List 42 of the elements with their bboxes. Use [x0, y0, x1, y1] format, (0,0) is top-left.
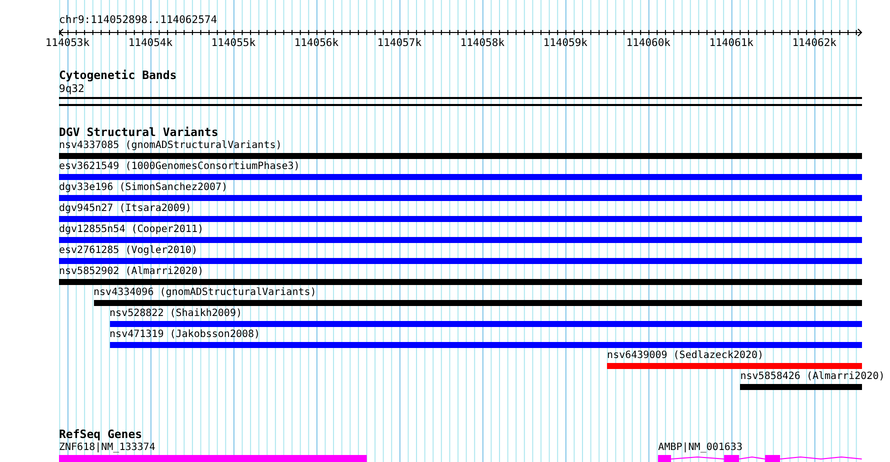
tick-label: 114061k [709, 37, 754, 49]
variant-bar[interactable] [59, 216, 862, 222]
variant-bar[interactable] [607, 363, 862, 369]
variant-bar[interactable] [59, 258, 862, 264]
tick-label: 114062k [792, 37, 836, 49]
variant-bar[interactable] [59, 174, 862, 180]
variant-bar[interactable] [59, 153, 862, 159]
variant-bar[interactable] [110, 342, 862, 348]
variant-label: nsv4334096 (gnomADStructuralVariants) [94, 287, 316, 299]
tick-label: 114060k [626, 37, 670, 49]
variant-bar[interactable] [110, 321, 862, 327]
variant-bar[interactable] [740, 384, 862, 390]
tick-label: 114057k [377, 37, 422, 49]
variant-label: dgv945n27 (Itsara2009) [59, 203, 192, 215]
track-title: Cytogenetic Bands [59, 69, 177, 81]
variant-label: dgv33e196 (SimonSanchez2007) [59, 182, 228, 194]
tick-label: 114056k [294, 37, 339, 49]
tick-label: 114055k [211, 37, 256, 49]
variant-label: nsv5858426 (Almarri2020) [740, 371, 885, 383]
variant-label: nsv4337085 (gnomADStructuralVariants) [59, 140, 282, 152]
tick-label: 114058k [460, 37, 505, 49]
location-label: chr9:114052898..114062574 [59, 14, 218, 26]
variant-label: nsv471319 (Jakobsson2008) [110, 329, 260, 341]
track-title: DGV Structural Variants [59, 126, 218, 138]
variant-bar[interactable] [94, 300, 862, 306]
variant-label: nsv5852902 (Almarri2020) [59, 266, 204, 278]
gene-model-drawing[interactable] [658, 455, 862, 462]
variant-label: dgv12855n54 (Cooper2011) [59, 224, 204, 236]
gene-label: AMBP|NM_001633 [658, 442, 742, 454]
variant-bar[interactable] [59, 279, 862, 285]
variant-label: nsv6439009 (Sedlazeck2020) [607, 350, 764, 362]
variant-bar[interactable] [59, 237, 862, 243]
variant-label: esv2761285 (Vogler2010) [59, 245, 198, 257]
variant-label: nsv528822 (Shaikh2009) [110, 308, 242, 320]
tick-label: 114053k [45, 37, 90, 49]
band-label: 9q32 [59, 83, 84, 95]
track-title: RefSeq Genes [59, 428, 142, 440]
gene-label: ZNF618|NM_133374 [59, 442, 156, 454]
tick-label: 114059k [543, 37, 588, 49]
tick-label: 114054k [128, 37, 173, 49]
variant-bar[interactable] [59, 195, 862, 201]
variant-label: esv3621549 (1000GenomesConsortiumPhase3) [59, 161, 300, 173]
